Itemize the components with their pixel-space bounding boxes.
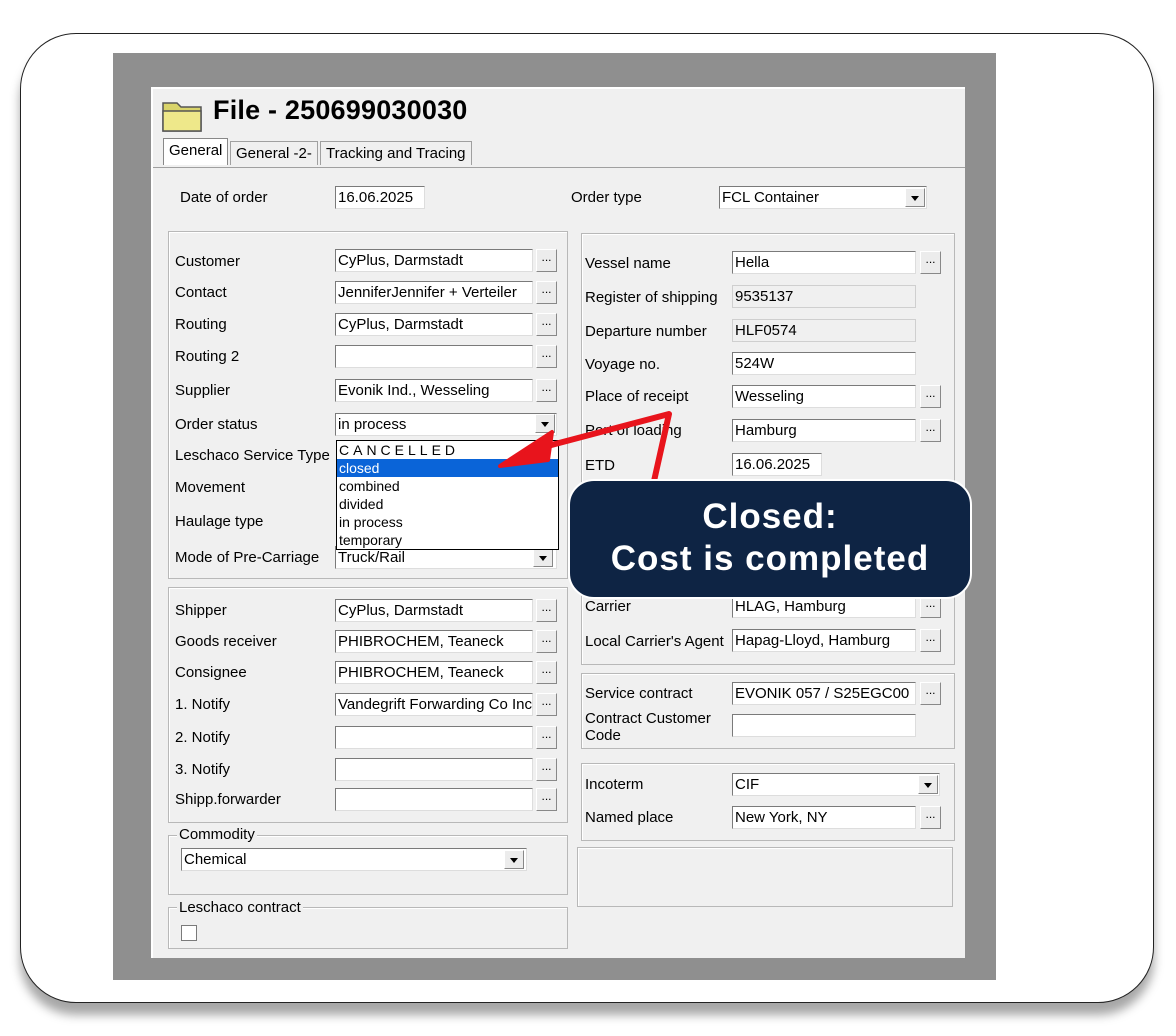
callout-line2: Cost is completed: [610, 539, 930, 578]
callout-line1: Closed:: [702, 497, 838, 536]
callout-bubble: Closed: Cost is completed: [568, 479, 972, 599]
